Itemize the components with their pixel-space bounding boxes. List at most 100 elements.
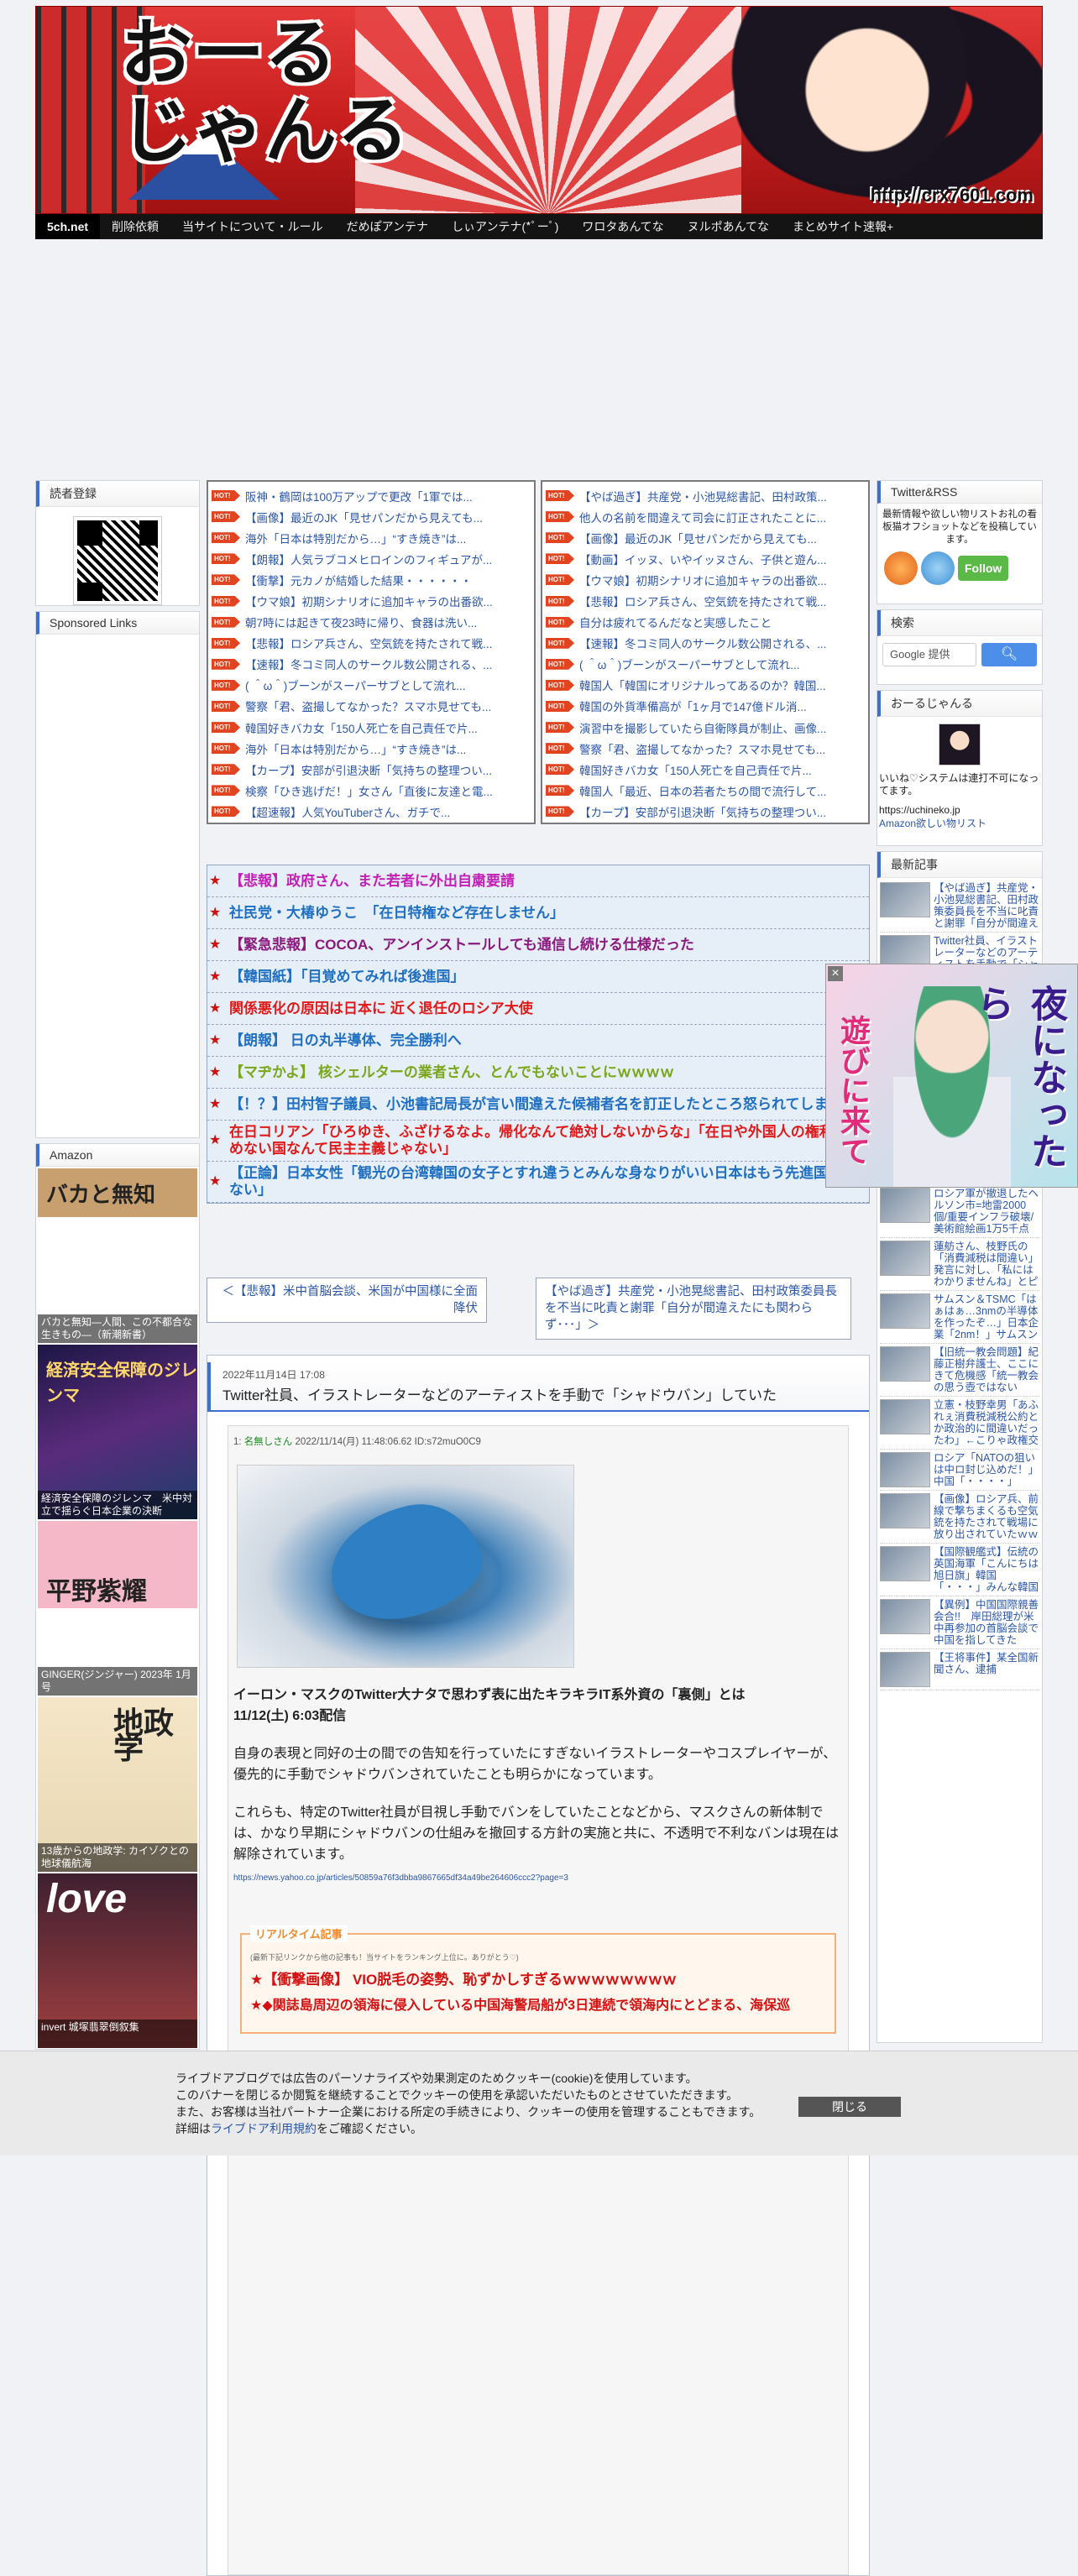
featured-item[interactable]: ★ 【！？】田村智子議員、小池書記局長が言い間違えた候補者名を訂正したところ怒られ… (207, 1089, 869, 1121)
hot-link[interactable]: ( ＾ω＾)ブーンがスーパーサブとして流れ... (245, 677, 466, 693)
hot-list-item[interactable]: HOT! 警察「君、盗撮してなかった？スマホ見せても... (212, 696, 531, 717)
hot-link[interactable]: 海外「日本は特別だから…」“すき焼き”は... (245, 530, 466, 546)
hot-list-item[interactable]: HOT! 阪神・鶴岡は100万アップで更改「1軍では... (212, 485, 531, 506)
hot-list-item[interactable]: HOT! 【衝撃】元カノが結婚した結果・・・・・・ (212, 569, 531, 590)
wishlist-link[interactable]: Amazon欲しい物リスト (877, 816, 1042, 830)
hot-link[interactable]: 【悲報】ロシア兵さん、空気銃を持たされて戦... (579, 593, 826, 609)
amazon-item[interactable]: 経済安全保障のジレンマ 経済安全保障のジレンマ 米中対立で揺らぐ日本企業の決断 (38, 1345, 197, 1521)
featured-item[interactable]: ★ 【マヂかよ】 核シェルターの業者さん、とんでもないことにｗｗｗｗ (207, 1057, 869, 1089)
hot-link[interactable]: 韓国人「韓国にオリジナルってあるのか？韓国... (579, 677, 826, 693)
latest-article-link[interactable]: サムスン＆TSMC「はぁはぁ…3nmの半導体を作ったぞ…」日本企業「2nm！」サ… (934, 1293, 1039, 1340)
hot-list-item[interactable]: HOT! 演習中を撮影していたら自衛隊員が制止、画像... (546, 717, 865, 738)
hot-link[interactable]: 【衝撃】元カノが結婚した結果・・・・・・ (245, 572, 472, 588)
featured-item[interactable]: ★ 【悲報】政府さん、また若者に外出自粛要請 (207, 865, 869, 897)
amazon-item[interactable]: 平野紫耀 GINGER(ジンジャー) 2023年 1月号 (38, 1521, 197, 1697)
next-article-link[interactable]: 【やば過ぎ】共産党・小池晃総書記、田村政策委員長を不当に叱責と謝罪「自分が間違え… (536, 1278, 851, 1340)
hot-list-item[interactable]: HOT! 【悲報】ロシア兵さん、空気銃を持たされて戦... (212, 633, 531, 654)
hot-list-item[interactable]: HOT! 海外「日本は特別だから…」“すき焼き”は... (212, 527, 531, 548)
hot-link[interactable]: 【画像】最近のJK「見せパンだから見えても... (579, 530, 817, 546)
nav-nurupo-antenna[interactable]: ヌルポあんてな (676, 214, 781, 239)
amazon-item[interactable]: 地政学 13歳からの地政学: カイゾクとの地球儀航海 (38, 1697, 197, 1873)
nav-delete-request[interactable]: 削除依頼 (100, 214, 170, 239)
featured-item[interactable]: ★ 社民党・大椿ゆうこ 「在日特権など存在しません」 (207, 897, 869, 929)
latest-article-link[interactable]: 【王将事件】某全国新聞さん、逮捕 (934, 1652, 1039, 1687)
featured-item[interactable]: ★ 【正論】日本女性「観光の台湾韓国の女子とすれ違うとみんな身なりがいい日本はもう… (207, 1162, 869, 1203)
hot-list-item[interactable]: HOT! 韓国人「韓国にオリジナルってあるのか？韓国... (546, 675, 865, 696)
hot-list-item[interactable]: HOT! 【速報】冬コミ同人のサークル数公開される、... (546, 633, 865, 654)
hot-link[interactable]: 自分は疲れてるんだなと実感したこと (579, 614, 772, 630)
hot-list-item[interactable]: HOT! 【画像】最近のJK「見せパンだから見えても... (546, 527, 865, 548)
hot-link[interactable]: 韓国好きバカ女「150人死亡を自己責任で片... (579, 761, 812, 778)
hot-link[interactable]: 【ウマ娘】初期シナリオに追加キャラの出番欲... (579, 572, 827, 588)
latest-article-item[interactable]: 【やば過ぎ】共産党・小池晃総書記、田村政策委員長を不当に叱責と謝罪「自分が間違え… (880, 880, 1039, 933)
hot-list-item[interactable]: HOT! ( ＾ω＾)ブーンがスーパーサブとして流れ... (546, 654, 865, 675)
featured-item[interactable]: ★ 【朗報】 日の丸半導体、完全勝利へ (207, 1025, 869, 1057)
hot-list-item[interactable]: HOT! 【朗報】人気ラブコメヒロインのフィギュアが... (212, 548, 531, 569)
latest-article-item[interactable]: 【画像】ロシア兵、前線で撃ちまくるも空気銃を持たされて戦場に放り出されていたｗｗ (880, 1491, 1039, 1544)
featured-link[interactable]: 【韓国紙】「目覚めてみれば後進国」 (229, 969, 465, 985)
hatena-icon[interactable] (921, 551, 955, 585)
featured-link[interactable]: 関係悪化の原因は日本に 近く退任のロシア大使 (229, 1001, 533, 1017)
qr-code-image[interactable] (73, 516, 162, 605)
featured-link[interactable]: 【！？】田村智子議員、小池書記局長が言い間違えた候補者名を訂正したところ怒られて… (229, 1096, 843, 1113)
latest-article-item[interactable]: ロシア軍が撤退したヘルソン市=地雷2000個/重要インフラ破壊/美術館絵画1万5… (880, 1185, 1039, 1238)
nav-damepo-antenna[interactable]: だめぽアンテナ (335, 214, 440, 239)
featured-link[interactable]: 【悲報】政府さん、また若者に外出自粛要請 (229, 873, 515, 890)
hot-link[interactable]: 【速報】冬コミ同人のサークル数公開される、... (579, 635, 826, 651)
prev-article-link[interactable]: ＜【悲報】米中首脳会談、米国が中国様に全面降伏 (207, 1278, 487, 1323)
featured-link[interactable]: 【朗報】 日の丸半導体、完全勝利へ (229, 1032, 462, 1049)
featured-item[interactable]: ★ 関係悪化の原因は日本に 近く退任のロシア大使 (207, 993, 869, 1025)
featured-item[interactable]: ★ 【緊急悲報】COCOA、アンインストールしても通信し続ける仕様だった (207, 929, 869, 961)
search-button[interactable]: 🔍︎ (981, 643, 1037, 666)
hot-link[interactable]: 【悲報】ロシア兵さん、空気銃を持たされて戦... (245, 635, 492, 651)
hot-list-item[interactable]: HOT! 【カープ】安部が引退決断「気持ちの整理つい... (546, 801, 865, 822)
featured-item[interactable]: ★ 【韓国紙】「目覚めてみれば後進国」 (207, 961, 869, 993)
terms-link[interactable]: ライブドア利用規約 (211, 2122, 317, 2135)
search-input[interactable]: Google 提供 (882, 643, 976, 666)
hot-list-item[interactable]: HOT! 【画像】最近のJK「見せパンだから見えても... (212, 506, 531, 527)
hot-list-item[interactable]: HOT! 他人の名前を間違えて司会に訂正されたことに... (546, 506, 865, 527)
amazon-item[interactable]: love invert 城塚翡翠倒叙集 (38, 1873, 197, 2049)
featured-link[interactable]: 【マヂかよ】 核シェルターの業者さん、とんでもないことにｗｗｗｗ (229, 1064, 674, 1081)
nav-shii-antenna[interactable]: しぃアンテナ(*ﾟーﾟ) (440, 214, 570, 239)
latest-article-item[interactable]: 蓮舫さん、枝野氏の「消費減税は間違い」発言に対し、「私にはわかりませんね」とピシ… (880, 1238, 1039, 1291)
hot-link[interactable]: 【超速報】人気YouTuberさん、ガチで... (245, 803, 450, 820)
ad-popup[interactable]: 夜になったら 遊びに来て × (825, 964, 1078, 1188)
close-icon[interactable]: × (828, 966, 843, 981)
latest-article-link[interactable]: ロシア「NATOの狙いは中ロ封じ込めだ！」 中国「・・・・」 (934, 1452, 1039, 1487)
hot-link[interactable]: 朝7時には起きて夜23時に帰り、食器は洗い... (245, 614, 477, 630)
hot-link[interactable]: 他人の名前を間違えて司会に訂正されたことに... (579, 509, 826, 525)
nav-about-rules[interactable]: 当サイトについて・ルール (170, 214, 335, 239)
hot-link[interactable]: 演習中を撮影していたら自衛隊員が制止、画像... (579, 719, 826, 736)
hot-link[interactable]: 【速報】冬コミ同人のサークル数公開される、... (245, 656, 492, 672)
hot-link[interactable]: 【動画】イッヌ、いやイッヌさん、子供と遊ん... (579, 551, 826, 567)
latest-article-link[interactable]: 【画像】ロシア兵、前線で撃ちまくるも空気銃を持たされて戦場に放り出されていたｗｗ (934, 1493, 1039, 1540)
twitter-logo-image[interactable] (237, 1465, 574, 1668)
amazon-item[interactable]: バカと無知 バカと無知―人間、この不都合な生きもの―（新潮新書） (38, 1168, 197, 1345)
latest-article-link[interactable]: ロシア軍が撤退したヘルソン市=地雷2000個/重要インフラ破壊/美術館絵画1万5… (934, 1188, 1039, 1235)
realtime-link[interactable]: ★◆関誌島周辺の領海に侵入している中国海警局船が3日連続で領海内にとどまる、海保… (250, 1993, 826, 2014)
hot-list-item[interactable]: HOT! 韓国人「最近、日本の若者たちの間で流行して... (546, 780, 865, 801)
hot-list-item[interactable]: HOT! 【ウマ娘】初期シナリオに追加キャラの出番欲... (212, 590, 531, 611)
latest-article-item[interactable]: 立憲・枝野幸男「あふれぇ消費税減税公約とか政治的に間違いだったわ」←こりゃ政権交… (880, 1397, 1039, 1450)
hot-list-item[interactable]: HOT! 韓国好きバカ女「150人死亡を自己責任で片... (212, 717, 531, 738)
nav-5ch[interactable]: 5ch.net (35, 214, 101, 239)
nav-matome-sokuho[interactable]: まとめサイト速報+ (781, 214, 905, 239)
hot-list-item[interactable]: HOT! 【動画】イッヌ、いやイッヌさん、子供と遊ん... (546, 548, 865, 569)
hot-list-item[interactable]: HOT! 【やば過ぎ】共産党・小池晃総書記、田村政策... (546, 485, 865, 506)
hot-list-item[interactable]: HOT! ( ＾ω＾)ブーンがスーパーサブとして流れ... (212, 675, 531, 696)
hot-link[interactable]: 【ウマ娘】初期シナリオに追加キャラの出番欲... (245, 593, 493, 609)
hot-list-item[interactable]: HOT! 【速報】冬コミ同人のサークル数公開される、... (212, 654, 531, 675)
hot-link[interactable]: 韓国人「最近、日本の若者たちの間で流行して... (579, 782, 826, 799)
hot-link[interactable]: ( ＾ω＾)ブーンがスーパーサブとして流れ... (579, 656, 800, 672)
latest-article-link[interactable]: 蓮舫さん、枝野氏の「消費減税は間違い」発言に対し、「私にはわかりませんね」とピシ… (934, 1241, 1039, 1288)
hot-link[interactable]: 警察「君、盗撮してなかった？スマホ見せても... (579, 740, 825, 757)
featured-link[interactable]: 【正論】日本女性「観光の台湾韓国の女子とすれ違うとみんな身なりがいい日本はもう先… (229, 1165, 864, 1199)
featured-link[interactable]: 【緊急悲報】COCOA、アンインストールしても通信し続ける仕様だった (229, 937, 694, 954)
latest-article-link[interactable]: 【異例】中国国際親善会合!! 岸田総理が米中再参加の首脳会談で中国を指してきた (934, 1599, 1039, 1646)
latest-article-item[interactable]: 【異例】中国国際親善会合!! 岸田総理が米中再参加の首脳会談で中国を指してきた (880, 1596, 1039, 1649)
hot-list-item[interactable]: HOT! 【超速報】人気YouTuberさん、ガチで... (212, 801, 531, 822)
hot-list-item[interactable]: HOT! 【ウマ娘】初期シナリオに追加キャラの出番欲... (546, 569, 865, 590)
realtime-link[interactable]: ★【衝撃画像】 VIO脱毛の姿勢、恥ずかしすぎるｗｗｗｗｗｗｗｗ (250, 1967, 826, 1988)
hot-list-item[interactable]: HOT! 検察「ひき逃げだ！」女さん「直後に友達と電... (212, 780, 531, 801)
